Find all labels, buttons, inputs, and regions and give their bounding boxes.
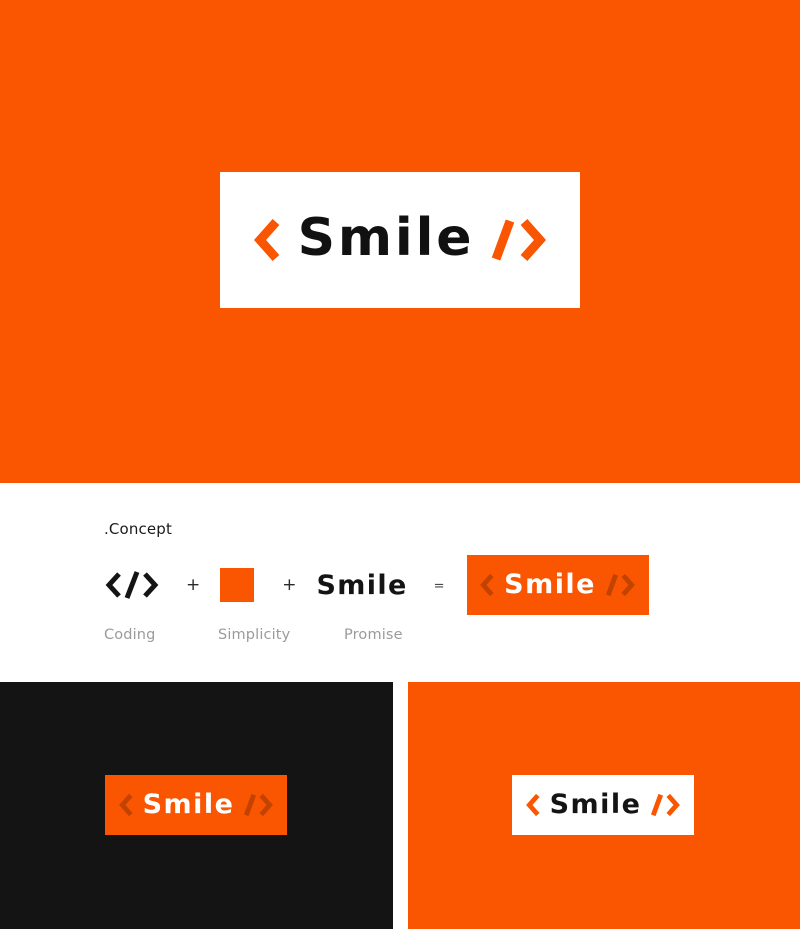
slash-icon	[243, 791, 257, 819]
variant-panel-dark: Smile	[0, 682, 393, 929]
logo-lockup-on-dark: Smile	[117, 791, 276, 819]
logo-presentation-board: Smile .Concept + + Smile = Smile Coding …	[0, 0, 800, 929]
hero-logo-card: Smile	[220, 172, 580, 308]
chevron-left-icon	[524, 791, 542, 819]
logo-lockup-on-orange: Smile	[524, 791, 683, 819]
operator-plus-2: +	[282, 574, 297, 595]
chevron-right-icon	[619, 571, 637, 599]
concept-labels-row: Coding Simplicity Promise	[104, 627, 524, 649]
logo-wordmark: Smile	[504, 568, 596, 600]
chevron-right-icon	[664, 791, 682, 819]
logo-wordmark: Smile	[297, 208, 475, 268]
concept-label-promise: Promise	[344, 627, 403, 643]
slash-icon	[605, 571, 619, 599]
chevron-left-icon	[250, 214, 284, 266]
logo-badge-on-dark: Smile	[105, 775, 287, 835]
operator-plus-1: +	[186, 574, 201, 595]
concept-wordmark: Smile	[316, 569, 408, 601]
concept-label-coding: Coding	[104, 627, 156, 643]
operator-equals: =	[433, 578, 445, 594]
color-swatch-orange	[220, 568, 255, 602]
concept-formula-row: + + Smile = Smile	[104, 555, 649, 615]
concept-heading: .Concept	[104, 520, 173, 538]
chevron-right-icon	[257, 791, 275, 819]
chevron-left-icon	[117, 791, 135, 819]
logo-wordmark: Smile	[142, 788, 235, 820]
hero-section: Smile	[0, 0, 800, 483]
logo-card-on-orange: Smile	[512, 775, 694, 835]
slash-icon	[650, 791, 664, 819]
logo-wordmark: Smile	[549, 788, 642, 820]
concept-label-simplicity: Simplicity	[218, 627, 291, 643]
chevron-right-icon	[516, 214, 550, 266]
code-glyph-icon	[104, 568, 160, 602]
concept-section: .Concept + + Smile = Smile Coding Simpli…	[0, 483, 800, 682]
chevron-left-icon	[478, 571, 496, 599]
variant-panel-orange: Smile	[408, 682, 800, 929]
concept-result-badge: Smile	[466, 555, 649, 615]
primary-logo-lockup: Smile	[250, 208, 551, 268]
result-logo-lockup: Smile	[478, 571, 637, 599]
slash-icon	[490, 214, 516, 266]
